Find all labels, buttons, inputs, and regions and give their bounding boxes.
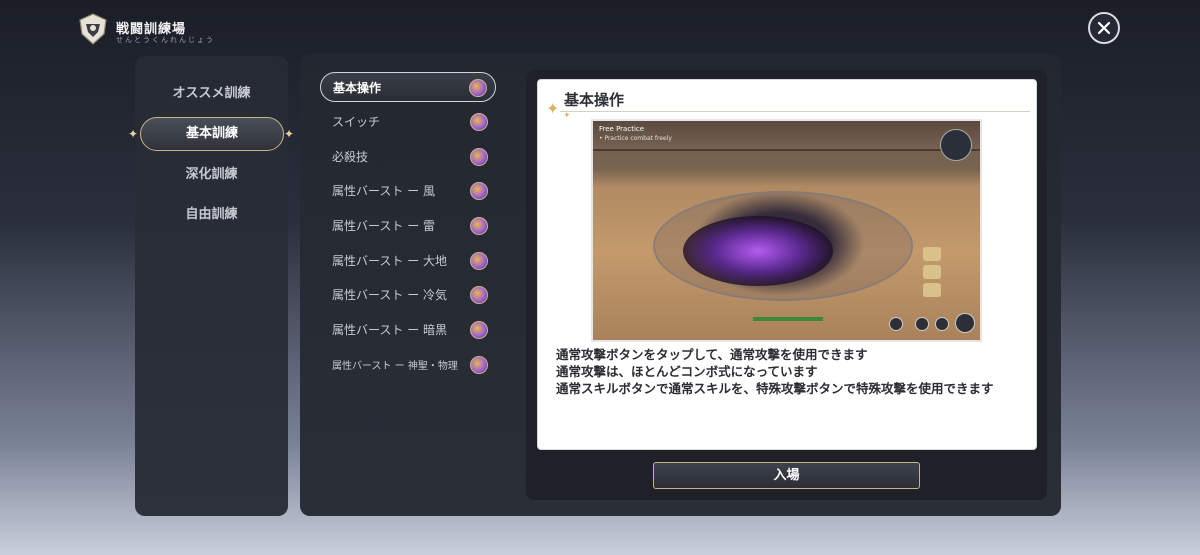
party-portrait: [923, 265, 941, 279]
close-button[interactable]: [1088, 12, 1120, 44]
skill-button-icon: [935, 317, 949, 331]
preview-image: Free Practice • Practice combat freely: [591, 119, 982, 342]
character-badge-icon: [470, 321, 488, 339]
party-portrait: [923, 247, 941, 261]
character-badge-icon: [470, 113, 488, 131]
lesson-item-burst-dark[interactable]: 属性バースト ー 暗黒: [320, 315, 496, 345]
lesson-item-burst-thunder[interactable]: 属性バースト ー 雷: [320, 211, 496, 241]
category-item-basic[interactable]: 基本訓練: [140, 117, 284, 151]
lesson-item-basic-controls[interactable]: 基本操作: [320, 72, 496, 102]
minimap-icon: [940, 129, 972, 161]
lesson-item-burst-earth[interactable]: 属性バースト ー 大地: [320, 246, 496, 276]
sparkle-icon: ✦: [563, 111, 571, 121]
lesson-label: 属性バースト ー 雷: [332, 219, 436, 233]
lesson-item-burst-cold[interactable]: 属性バースト ー 冷気: [320, 280, 496, 310]
category-item-advanced[interactable]: 深化訓練: [135, 161, 288, 189]
lesson-label: スイッチ: [332, 115, 381, 129]
character-badge-icon: [469, 79, 487, 97]
character-badge-icon: [470, 217, 488, 235]
hp-bar: [753, 317, 823, 321]
lesson-item-burst-wind[interactable]: 属性バースト ー 風: [320, 176, 496, 206]
sparkle-icon: ✦: [284, 127, 295, 141]
sparkle-icon: ✦: [546, 99, 560, 118]
shield-emblem-icon: [79, 13, 107, 45]
skill-button-icon: [889, 317, 903, 331]
character-badge-icon: [470, 148, 488, 166]
close-icon: [1097, 21, 1111, 35]
description: 通常攻撃ボタンをタップして、通常攻撃を使用できます 通常攻撃は、ほとんどコンボ式…: [556, 346, 1026, 397]
detail-title: 基本操作: [564, 91, 625, 109]
description-line: 通常攻撃ボタンをタップして、通常攻撃を使用できます: [556, 347, 868, 362]
lesson-item-ultimate[interactable]: 必殺技: [320, 142, 496, 172]
lesson-label: 属性バースト ー 風: [332, 184, 436, 198]
enter-button[interactable]: 入場: [653, 462, 920, 489]
description-line: 通常攻撃は、ほとんどコンボ式になっています: [556, 364, 818, 379]
lesson-item-switch[interactable]: スイッチ: [320, 107, 496, 137]
attack-button-icon: [955, 313, 975, 333]
skill-button-icon: [915, 317, 929, 331]
lesson-label: 属性バースト ー 大地: [332, 254, 448, 268]
lesson-label: 基本操作: [333, 81, 382, 95]
attack-effect: [683, 216, 833, 286]
divider: [560, 111, 1030, 112]
preview-hud-title: Free Practice: [599, 125, 645, 133]
character-badge-icon: [470, 356, 488, 374]
character-badge-icon: [470, 182, 488, 200]
category-item-recommended[interactable]: オススメ訓練: [135, 80, 288, 108]
preview-hud-subtitle: • Practice combat freely: [599, 135, 672, 142]
lesson-item-burst-holy-physical[interactable]: 属性バースト ー 神聖・物理: [320, 350, 496, 380]
character-badge-icon: [470, 286, 488, 304]
lesson-label: 属性バースト ー 冷気: [332, 288, 448, 302]
description-line: 通常スキルボタンで通常スキルを、特殊攻撃ボタンで特殊攻撃を使用できます: [556, 381, 994, 396]
lesson-label: 必殺技: [332, 150, 369, 164]
party-portrait: [923, 283, 941, 297]
lesson-label: 属性バースト ー 暗黒: [332, 323, 448, 337]
sparkle-icon: ✦: [128, 127, 139, 141]
character-badge-icon: [470, 252, 488, 270]
lesson-label: 属性バースト ー 神聖・物理: [332, 361, 458, 372]
page-subtitle: せんとうくんれんじょう: [116, 36, 215, 44]
category-item-free[interactable]: 自由訓練: [135, 201, 288, 229]
